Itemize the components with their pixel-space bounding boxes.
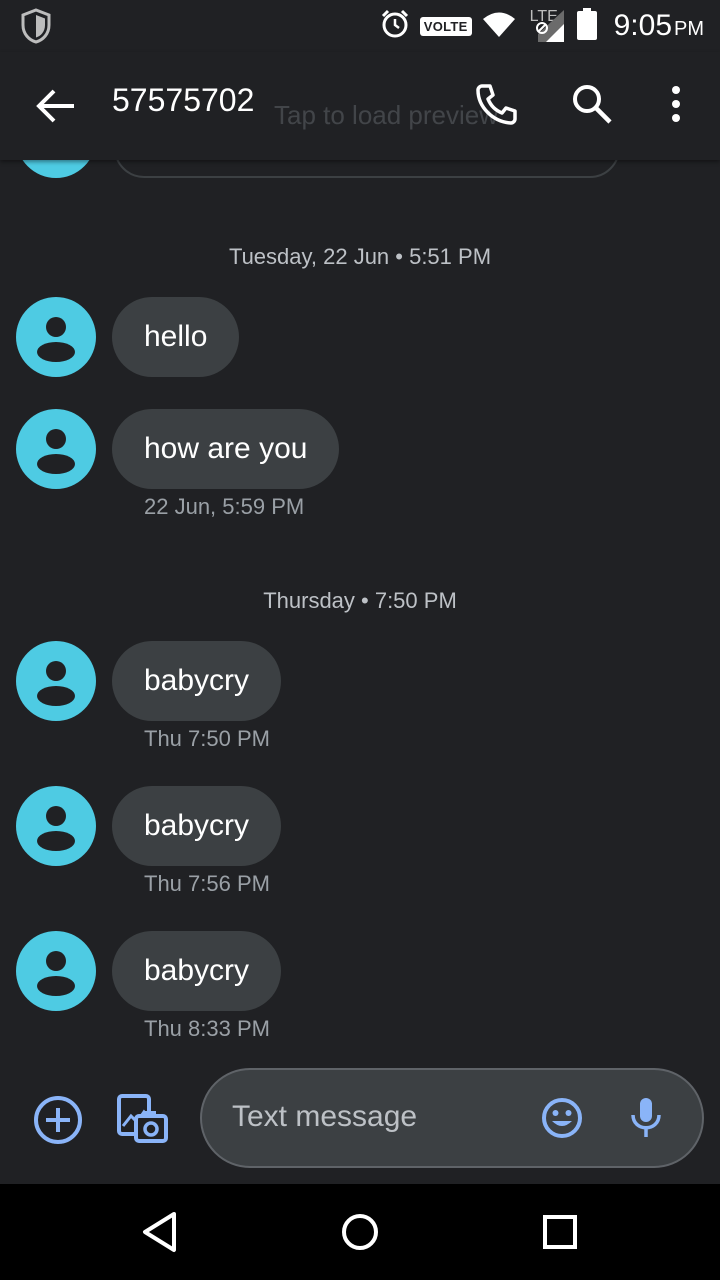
navigation-bar [0, 1184, 720, 1280]
status-bar: VOLTE LTE 9:05 PM [0, 0, 720, 52]
wifi-icon [482, 10, 516, 43]
app-bar: Tap to load preview 57575702 [0, 52, 720, 160]
message-timestamp: Thu 8:33 PM [144, 1016, 270, 1041]
nav-back-icon[interactable] [140, 1210, 180, 1259]
emoji-icon[interactable] [540, 1096, 584, 1145]
conversation-title: 57575702 [112, 82, 255, 118]
microphone-icon[interactable] [626, 1096, 666, 1145]
gallery-camera-icon[interactable] [116, 1092, 170, 1151]
contact-avatar-icon[interactable] [16, 931, 96, 1011]
nav-recents-icon[interactable] [542, 1214, 578, 1255]
volte-badge: VOLTE [419, 16, 472, 36]
message-bubble[interactable]: hello [112, 297, 240, 377]
status-clock: 9:05 PM [614, 9, 704, 43]
shield-icon [20, 8, 52, 49]
message-bubble[interactable]: babycry [112, 641, 282, 721]
load-preview-text: Tap to load preview [274, 100, 499, 130]
message-bubble[interactable]: babycry [112, 931, 282, 1011]
phone-call-icon[interactable] [474, 82, 518, 131]
clock-time: 9:05 [613, 9, 672, 42]
nav-home-icon[interactable] [340, 1212, 380, 1257]
date-separator: Thursday • 7:50 PM [263, 588, 457, 613]
search-icon[interactable] [570, 82, 614, 131]
message-input-placeholder: Text message [232, 1100, 418, 1133]
lte-indicator: LTE [526, 8, 566, 44]
back-arrow-icon[interactable] [34, 86, 78, 131]
message-bubble[interactable]: how are you [112, 409, 340, 489]
message-timestamp: Thu 7:56 PM [144, 871, 270, 896]
message-timestamp: Thu 7:50 PM [144, 726, 270, 751]
alarm-icon [380, 9, 410, 44]
more-options-icon[interactable] [664, 82, 688, 131]
contact-avatar-icon[interactable] [16, 786, 96, 866]
contact-avatar-icon[interactable] [16, 297, 96, 377]
date-separator: Tuesday, 22 Jun • 5:51 PM [228, 244, 492, 269]
message-timestamp: 22 Jun, 5:59 PM [144, 494, 305, 519]
clock-ampm: PM [674, 18, 704, 40]
add-attachment-icon[interactable] [32, 1094, 84, 1151]
contact-avatar-icon[interactable] [16, 641, 96, 721]
contact-avatar-icon[interactable] [16, 409, 96, 489]
message-bubble[interactable]: babycry [112, 786, 282, 866]
battery-icon [576, 7, 598, 46]
message-input[interactable]: Text message [200, 1068, 704, 1168]
